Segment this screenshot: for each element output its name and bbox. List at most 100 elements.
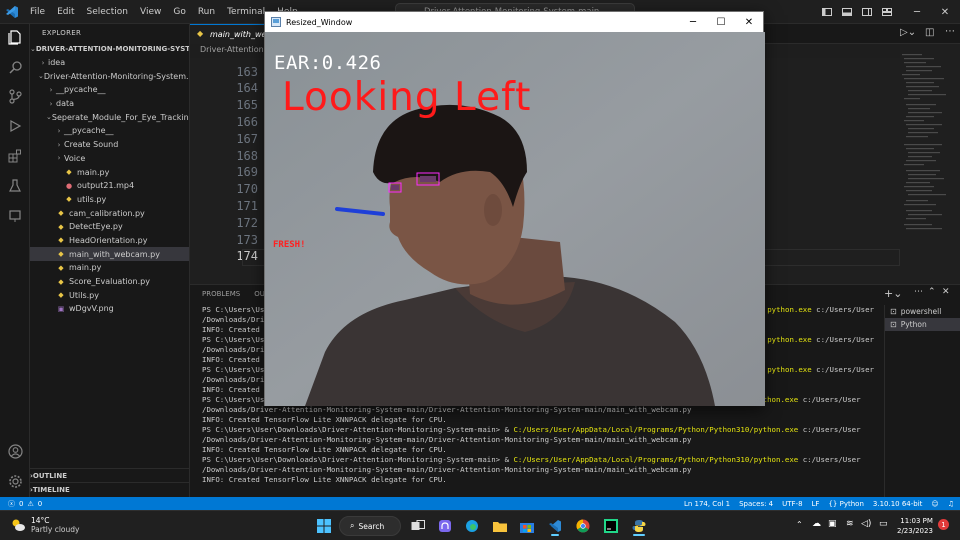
explorer-item[interactable]: ⌄ Driver-Attention-Monitoring-System... [30,69,189,83]
notifications-bell-icon[interactable]: ♫ [948,500,954,508]
close-panel-icon[interactable]: ✕ [942,287,950,297]
explorer-icon[interactable] [5,27,25,47]
more-actions-icon[interactable]: ⋯ [945,26,955,37]
search-icon[interactable] [5,57,25,77]
notification-badge[interactable]: 1 [938,519,949,530]
system-clock[interactable]: 11:03 PM 2/23/2023 [897,516,933,536]
explorer-item[interactable]: ◆ Utils.py [30,288,189,302]
new-terminal-icon[interactable]: +⌄ [884,287,902,300]
menu-selection[interactable]: Selection [81,7,134,17]
explorer-item[interactable]: ◆ main.py [30,261,189,275]
menu-go[interactable]: Go [167,7,191,17]
window-maximize-icon[interactable]: ☐ [707,12,735,32]
source-control-icon[interactable] [5,86,25,106]
chevron-right-icon: › [49,85,53,94]
mp4-file-icon: ● [65,181,73,190]
explorer-item-label: output21.mp4 [77,181,135,191]
clock-time: 11:03 PM [900,517,933,525]
windows-start-icon[interactable] [314,516,334,536]
more-actions-icon[interactable]: ⋯ [914,287,923,297]
outline-section[interactable]: › OUTLINE [30,468,190,482]
teams-chat-icon[interactable] [435,516,455,536]
window-close-icon[interactable]: ✕ [735,12,763,32]
camera-in-use-icon[interactable]: ▣ [828,519,837,529]
encoding[interactable]: UTF-8 [782,500,802,508]
explorer-item[interactable]: ◆ HeadOrientation.py [30,234,189,248]
python-interpreter[interactable]: 3.10.10 64-bit [873,500,923,508]
split-editor-icon[interactable]: ◫ [925,27,934,38]
minimize-icon[interactable]: ─ [902,0,932,24]
explorer-item[interactable]: ◆ main_with_webcam.py [30,247,189,261]
problems-status[interactable]: ⓧ 0 ⚠ 0 [0,499,42,509]
file-explorer-icon[interactable] [490,516,510,536]
menu-edit[interactable]: Edit [51,7,80,17]
minimap[interactable] [900,44,960,284]
maximize-panel-icon[interactable]: ⌃ [928,287,936,297]
menu-run[interactable]: Run [192,7,221,17]
explorer-root[interactable]: ⌄ DRIVER-ATTENTION-MONITORING-SYSTE... [30,42,189,56]
battery-icon[interactable]: ▭ [879,519,888,529]
customize-layout-icon[interactable] [872,0,902,24]
testing-flask-icon[interactable] [5,176,25,196]
run-python-file-icon[interactable]: ▷⌄ [900,27,916,38]
show-hidden-icons-icon[interactable]: ⌃ [796,520,803,529]
feedback-icon[interactable]: ☺ [931,500,938,508]
explorer-item-label: main.py [69,263,102,273]
settings-gear-icon[interactable] [5,471,25,491]
remote-explorer-icon[interactable] [5,206,25,226]
tab-problems[interactable]: PROBLEMS [202,290,240,298]
wifi-icon[interactable]: ≋ [846,519,854,529]
microsoft-store-icon[interactable] [517,516,537,536]
timeline-section[interactable]: › TIMELINE [30,482,190,496]
explorer-item[interactable]: › data [30,97,189,111]
explorer-item[interactable]: ◆ Score_Evaluation.py [30,275,189,289]
explorer-item[interactable]: ⌄ Seperate_Module_For_Eye_Tracking [30,110,189,124]
explorer-item[interactable]: › __pycache__ [30,83,189,97]
explorer-item[interactable]: ◆ utils.py [30,193,189,207]
explorer-item[interactable]: › __pycache__ [30,124,189,138]
extensions-icon[interactable] [5,146,25,166]
window-minimize-icon[interactable]: ─ [679,12,707,32]
breadcrumb[interactable]: Driver-Attention-M [200,45,274,54]
warning-count: 0 [37,499,43,508]
terminal-line-fragment [762,325,874,335]
explorer-item-label: main_with_webcam.py [69,249,160,259]
resized-window[interactable]: Resized_Window ─ ☐ ✕ EAR:0.426 Looking L… [264,11,765,406]
explorer-item[interactable]: ▣ wDgvV.png [30,302,189,316]
menu-view[interactable]: View [134,7,167,17]
terminal-powershell[interactable]: ⊡ powershell [885,305,960,318]
close-icon[interactable]: ✕ [930,0,960,24]
chevron-right-icon: › [57,126,61,135]
menu-file[interactable]: File [24,7,51,17]
onedrive-cloud-icon[interactable]: ☁ [812,519,821,529]
weather-widget[interactable]: 14°C Partly cloudy [10,516,79,534]
explorer-item[interactable]: › Create Sound [30,138,189,152]
indentation[interactable]: Spaces: 4 [739,500,773,508]
python-file-icon: ◆ [197,29,204,38]
explorer-item[interactable]: ◆ DetectEye.py [30,220,189,234]
language-mode[interactable]: {} Python [828,500,863,508]
accounts-icon[interactable] [5,441,25,461]
vscode-taskbar-icon[interactable] [545,516,565,536]
edge-icon[interactable] [462,516,482,536]
run-debug-icon[interactable] [5,116,25,136]
explorer-item[interactable]: ◆ main.py [30,165,189,179]
explorer-item[interactable]: ◆ cam_calibration.py [30,206,189,220]
terminal-python[interactable]: ⊡ Python [885,318,960,331]
gaze-direction-label: Looking Left [282,75,532,120]
end-of-line[interactable]: LF [812,500,820,508]
explorer-item[interactable]: › idea [30,56,189,70]
volume-icon[interactable]: ◁) [861,519,871,529]
clock-date: 2/23/2023 [897,527,933,535]
chrome-icon[interactable] [573,516,593,536]
explorer-item[interactable]: ● output21.mp4 [30,179,189,193]
vscode-logo-icon [0,0,24,24]
explorer-item-label: wDgvV.png [69,304,114,314]
pycharm-icon[interactable] [601,516,621,536]
explorer-item[interactable]: › Voice [30,152,189,166]
line-number: 172 [236,215,258,230]
python-window-icon[interactable] [629,516,649,536]
task-view-icon[interactable] [408,516,428,536]
taskbar-search[interactable]: ⌕ Search [339,516,401,536]
cursor-position[interactable]: Ln 174, Col 1 [684,500,730,508]
